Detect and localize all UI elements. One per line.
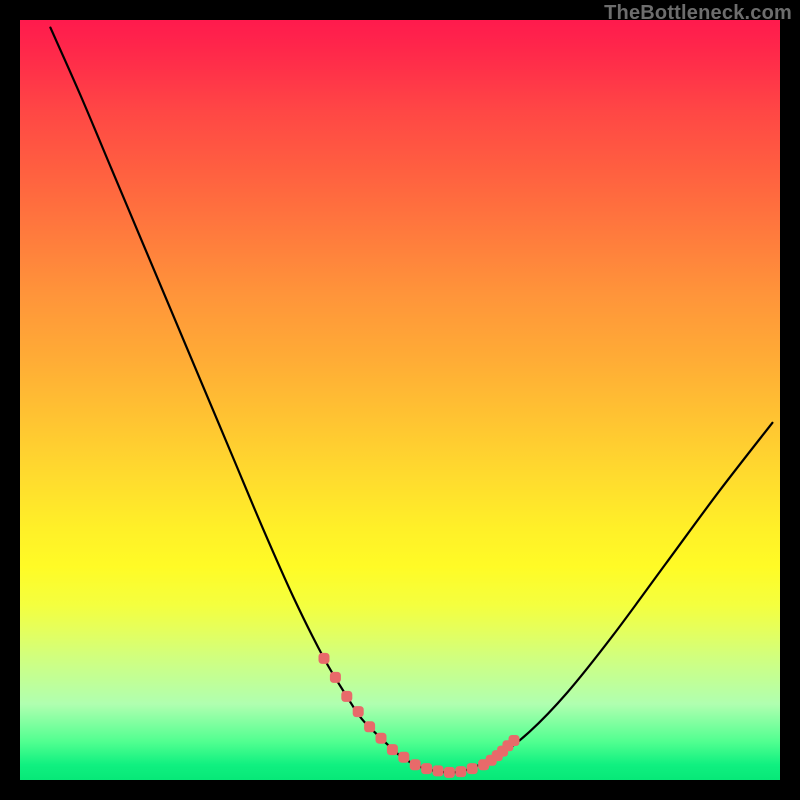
plot-area [20,20,780,780]
chart-svg [20,20,780,780]
highlight-dot [467,763,478,774]
highlight-dot [398,752,409,763]
highlight-dots-group [319,653,520,778]
highlight-dot [410,759,421,770]
highlight-dot [319,653,330,664]
highlight-dot [364,721,375,732]
highlight-dot [376,733,387,744]
highlight-dot [387,744,398,755]
highlight-dot [353,706,364,717]
bottleneck-curve [50,28,772,773]
chart-frame: TheBottleneck.com [0,0,800,800]
highlight-dot [330,672,341,683]
highlight-dot [421,763,432,774]
highlight-dot [341,691,352,702]
highlight-dot [433,765,444,776]
highlight-dot [444,767,455,778]
highlight-dot [455,766,466,777]
watermark-text: TheBottleneck.com [604,2,792,25]
highlight-dot [509,735,520,746]
